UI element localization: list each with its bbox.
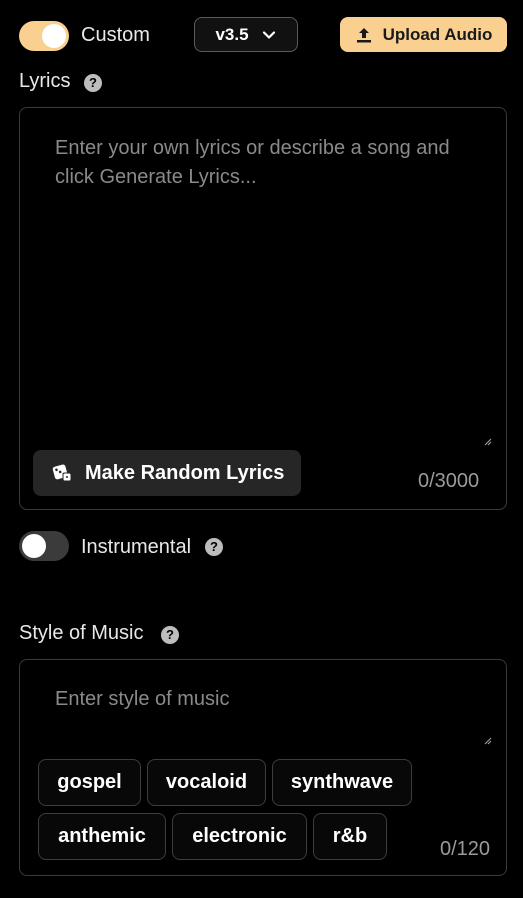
version-label: v3.5: [215, 24, 249, 44]
style-tag-chip[interactable]: electronic: [172, 813, 307, 860]
style-tag-chip[interactable]: synthwave: [272, 759, 412, 806]
dice-icon: [52, 464, 72, 482]
make-random-lyrics-label: Make Random Lyrics: [85, 461, 285, 484]
question-circle-icon[interactable]: ?: [161, 626, 179, 644]
style-tag-chip[interactable]: vocaloid: [147, 759, 266, 806]
style-input[interactable]: [55, 685, 485, 735]
make-random-lyrics-button[interactable]: Make Random Lyrics: [33, 450, 301, 496]
question-circle-icon[interactable]: ?: [84, 74, 102, 92]
resize-handle-icon[interactable]: [484, 438, 492, 446]
version-dropdown[interactable]: v3.5: [194, 17, 298, 52]
toggle-knob: [22, 534, 46, 558]
upload-audio-label: Upload Audio: [382, 24, 493, 44]
upload-audio-button[interactable]: Upload Audio: [340, 17, 507, 52]
toggle-knob: [42, 24, 66, 48]
style-of-music-heading: Style of Music: [19, 622, 144, 644]
lyrics-char-counter: 0/3000: [418, 470, 480, 492]
lyrics-heading: Lyrics: [19, 70, 71, 92]
instrumental-toggle[interactable]: [19, 531, 69, 561]
style-tag-chip[interactable]: r&b: [313, 813, 387, 860]
custom-label: Custom: [81, 24, 150, 46]
question-circle-icon[interactable]: ?: [205, 538, 223, 556]
custom-toggle[interactable]: [19, 21, 69, 51]
style-tag-chip[interactable]: gospel: [38, 759, 141, 806]
upload-icon: [356, 27, 371, 42]
lyrics-input[interactable]: [55, 134, 493, 444]
style-char-counter: 0/120: [440, 838, 491, 860]
resize-handle-icon[interactable]: [484, 737, 492, 745]
instrumental-label: Instrumental: [81, 536, 192, 558]
chevron-down-icon: [262, 30, 275, 39]
style-tag-chip[interactable]: anthemic: [38, 813, 166, 860]
